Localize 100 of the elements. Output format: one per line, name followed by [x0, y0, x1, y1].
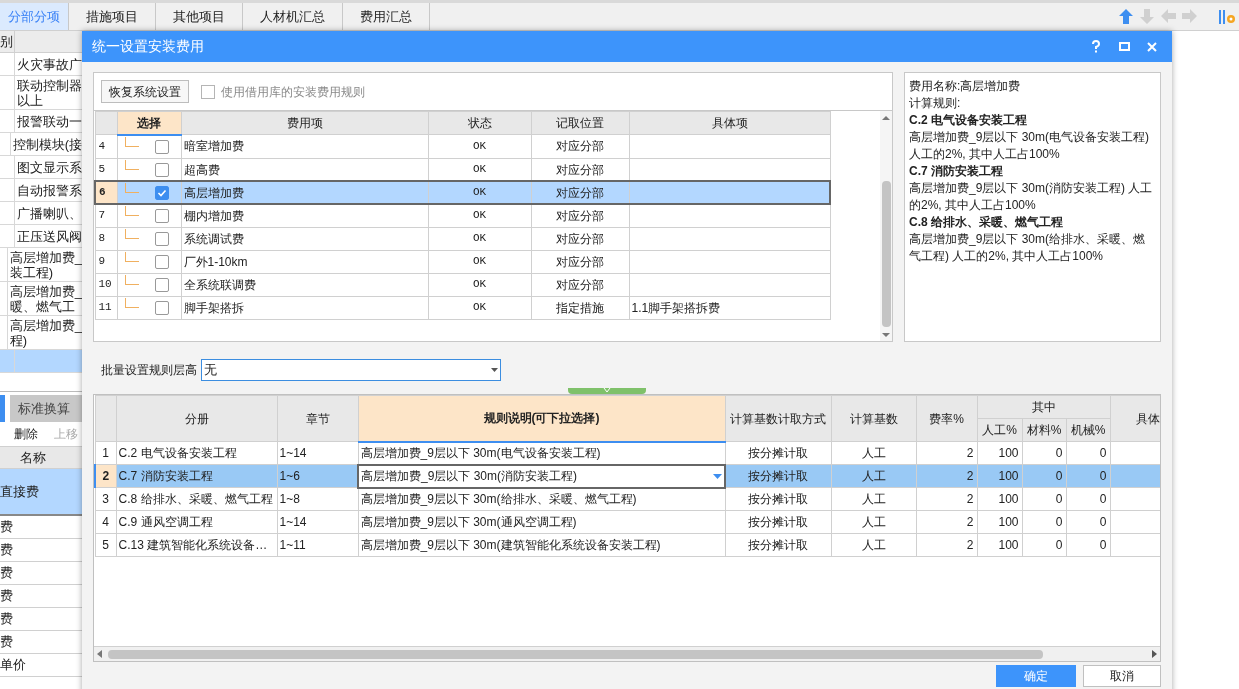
scroll-right-icon[interactable]: [1152, 650, 1157, 658]
toolbar-button[interactable]: 删除: [14, 425, 38, 443]
close-icon[interactable]: [1147, 41, 1157, 52]
table-row[interactable]: 报警联动一: [0, 110, 82, 133]
horizontal-scrollbar[interactable]: [94, 646, 1160, 661]
table-row[interactable]: 正压送风阀: [0, 225, 82, 248]
dropdown-caret-icon[interactable]: [713, 473, 722, 479]
column-header: 章节: [277, 395, 358, 442]
table-cell-text: 报警联动一: [16, 112, 82, 131]
scrollbar[interactable]: [880, 111, 892, 341]
row-number: 10: [95, 273, 117, 296]
table-cell: 100: [977, 441, 1022, 465]
table-row[interactable]: 控制模块(接: [0, 133, 82, 156]
table-cell: 0: [1066, 441, 1110, 465]
select-field[interactable]: 无: [201, 359, 501, 381]
table-row[interactable]: 11 脚手架搭拆 OK 指定措施 1.1脚手架搭拆费: [95, 296, 830, 319]
table-cell: 2: [916, 441, 977, 465]
row-number: 11: [95, 296, 117, 319]
scroll-down-icon[interactable]: [882, 332, 890, 338]
row-number: 2: [95, 464, 116, 488]
checkbox[interactable]: [154, 277, 169, 292]
scroll-up-icon[interactable]: [882, 115, 890, 121]
table-cell: 2: [916, 510, 977, 534]
table-cell: 高层增加费: [181, 181, 428, 204]
checkbox[interactable]: [154, 162, 169, 177]
table-cell: C.13 建筑智能化系统设备…: [116, 533, 277, 557]
table-cell: C.2 电气设备安装工程: [116, 441, 277, 465]
table-row[interactable]: 7 棚内增加费 OK 对应分部: [95, 204, 830, 227]
up-arrow-icon[interactable]: [1119, 9, 1134, 24]
column-header: 规则说明(可下拉选择): [358, 395, 725, 442]
table-row[interactable]: 4 C.9 通风空调工程 1~14 高层增加费_9层以下 30m(通风空调工程) 按分摊计取 人工 2 100 0 0: [95, 510, 1160, 534]
table-row[interactable]: 火灾事故广: [0, 53, 82, 76]
table-row[interactable]: 9 厂外1-10km OK 对应分部: [95, 250, 830, 273]
table-row[interactable]: 8 系统调试费 OK 对应分部: [95, 227, 830, 250]
table-row[interactable]: 3 C.8 给排水、采暖、燃气工程 1~8 高层增加费_9层以下 30m(给排水、采暖、燃气工程) 按分摊计取 人工 2 100 0 0: [95, 487, 1160, 511]
tree-line: [124, 136, 139, 147]
table-row[interactable]: 10 全系统联调费 OK 对应分部: [95, 273, 830, 296]
table-cell: 厂外1-10km: [181, 250, 428, 273]
table-cell: OK: [428, 204, 531, 227]
scroll-thumb[interactable]: [881, 181, 891, 327]
checkbox[interactable]: [154, 139, 169, 154]
table-cell[interactable]: 直接费: [0, 469, 82, 516]
tree-line: [124, 251, 139, 262]
restore-button[interactable]: 恢复系统设置: [101, 80, 189, 103]
table-cell-text: 自动报警系: [16, 181, 82, 200]
table-cell-text: 火灾事故广: [16, 55, 82, 74]
info-text: 计算规则:: [909, 95, 962, 112]
table-cell: 按分摊计取: [725, 510, 831, 534]
table-row[interactable]: 6 高层增加费 OK 对应分部: [95, 181, 830, 204]
cancel-button[interactable]: 取消: [1083, 665, 1161, 687]
tab[interactable]: 人材机汇总: [243, 3, 343, 30]
row-number: 3: [95, 487, 116, 511]
table-row[interactable]: 1 C.2 电气设备安装工程 1~14 高层增加费_9层以下 30m(电气设备安装工程) 按分摊计取 人工 2 100 0 0: [95, 441, 1160, 465]
table-row[interactable]: 自动报警系: [0, 179, 82, 202]
tab[interactable]: 标准换算: [10, 395, 82, 422]
column-settings-icon[interactable]: [1219, 8, 1235, 25]
table-cell: 100: [977, 533, 1022, 557]
checkbox[interactable]: [154, 300, 169, 315]
table-cell: 2: [916, 533, 977, 557]
table-cell: 人工: [831, 533, 916, 557]
help-icon[interactable]: [1091, 40, 1101, 53]
table-cell: 暗室增加费: [181, 134, 428, 158]
table-row[interactable]: 广播喇叭、: [0, 202, 82, 225]
table-row[interactable]: 4 暗室增加费 OK 对应分部: [95, 134, 830, 158]
row-number: 4: [95, 134, 117, 158]
scroll-thumb[interactable]: [108, 649, 1043, 659]
scroll-left-icon[interactable]: [97, 650, 102, 658]
maximize-icon[interactable]: [1119, 42, 1130, 51]
table-cell: 100: [977, 464, 1022, 488]
dropdown-value: 高层增加费_9层以下 30m(消防安装工程): [361, 468, 578, 485]
dropdown-field[interactable]: 高层增加费_9层以下 30m(消防安装工程): [358, 464, 725, 488]
tab[interactable]: 措施项目: [69, 3, 156, 30]
dropdown-caret-icon[interactable]: [491, 368, 498, 372]
info-text: 费用名称:高层增加费: [909, 78, 1022, 95]
table-cell: 对应分部: [531, 250, 629, 273]
table-cell: 高层增加费_9层以下 30m(建筑智能化系统设备安装工程): [358, 533, 725, 557]
table-row[interactable]: 5 C.13 建筑智能化系统设备… 1~11 高层增加费_9层以下 30m(建筑智能化系统设备安装工程) 按分摊计取 人工 2 100 0 0: [95, 533, 1160, 557]
splitter-handle[interactable]: [568, 388, 646, 394]
tab[interactable]: 费用汇总: [343, 3, 430, 30]
table-cell: 全系统联调费: [181, 273, 428, 296]
checkbox[interactable]: [154, 208, 169, 223]
column-header: 其中: [977, 395, 1110, 419]
checkbox[interactable]: [154, 185, 169, 200]
checkbox[interactable]: [154, 254, 169, 269]
table-cell: 1.1脚手架搭拆费: [629, 296, 830, 319]
tree-line: [124, 297, 139, 308]
checkbox[interactable]: [154, 231, 169, 246]
table-row[interactable]: 图文显示系: [0, 156, 82, 179]
table-row[interactable]: 联动控制器 以上: [0, 76, 82, 110]
checkbox[interactable]: [201, 84, 215, 99]
table-cell: 按分摊计取: [725, 533, 831, 557]
table-cell: 2: [916, 487, 977, 511]
table-row[interactable]: 2 C.7 消防安装工程 1~6 高层增加费_9层以下 30m(消防安装工程) 按分摊计取 人工 2 100 0 0: [95, 464, 1160, 488]
tab[interactable]: 其他项目: [156, 3, 243, 30]
table-cell: 1~14: [277, 510, 358, 534]
chevron-down-icon[interactable]: [603, 388, 611, 393]
table-cell: 人工: [831, 464, 916, 488]
column-header: 状态: [428, 111, 531, 135]
row-number: 9: [95, 250, 117, 273]
column-header: 费率%: [916, 395, 977, 442]
